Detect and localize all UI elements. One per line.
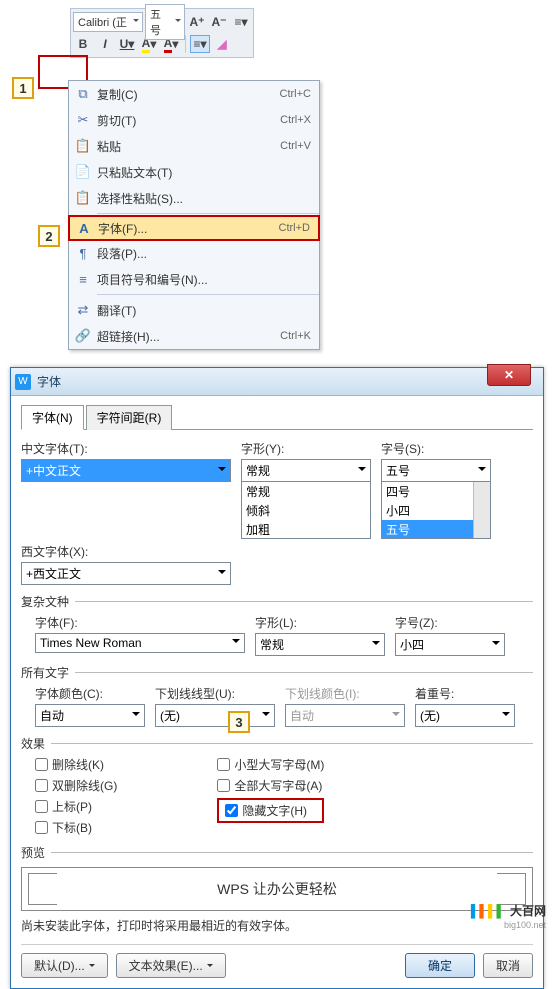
menu-cut[interactable]: ✂ 剪切(T) Ctrl+X (69, 107, 319, 133)
western-font-select[interactable]: +西文正文 (21, 562, 231, 585)
copy-icon: ⧉ (69, 86, 97, 102)
label-emphasis: 着重号: (415, 685, 515, 702)
font-color-select[interactable]: 自动 (35, 704, 145, 727)
label-chinese-font: 中文字体(T): (21, 440, 231, 457)
align-button[interactable]: ≡▾ (190, 35, 210, 53)
menu-translate[interactable]: ⇄ 翻译(T) (69, 297, 319, 323)
size-listbox[interactable]: 四号 小四 五号 (381, 481, 491, 539)
close-button[interactable]: ✕ (487, 364, 531, 386)
eraser-icon[interactable]: ◢ (212, 35, 232, 53)
context-menu: ⧉ 复制(C) Ctrl+C ✂ 剪切(T) Ctrl+X 📋 粘贴 Ctrl+… (68, 80, 320, 350)
font-name-select[interactable]: Calibri (正 (73, 12, 143, 32)
label-complex-size: 字号(Z): (395, 614, 505, 631)
menu-paste[interactable]: 📋 粘贴 Ctrl+V (69, 133, 319, 159)
checkbox-strikethrough[interactable]: 删除线(K) (35, 756, 117, 773)
label-western-font: 西文字体(X): (21, 543, 231, 560)
preview-header: 预览 (21, 844, 533, 861)
bold-button[interactable]: B (73, 35, 93, 53)
checkbox-double-strike[interactable]: 双删除线(G) (35, 777, 117, 794)
font-dialog: W 字体 ✕ 字体(N) 字符间距(R) 中文字体(T): +中文正文 字形(Y… (10, 367, 544, 989)
translate-icon: ⇄ (69, 302, 97, 318)
emphasis-select[interactable]: (无) (415, 704, 515, 727)
alltext-header: 所有文字 (21, 664, 533, 681)
menu-paragraph[interactable]: ¶ 段落(P)... (69, 240, 319, 266)
paste-special-icon: 📋 (69, 190, 97, 206)
increase-font-button[interactable]: A⁺ (187, 13, 207, 31)
underline-color-select: 自动 (285, 704, 405, 727)
menu-hyperlink[interactable]: 🔗 超链接(H)... Ctrl+K (69, 323, 319, 349)
label-complex-font: 字体(F): (35, 614, 245, 631)
tab-font[interactable]: 字体(N) (21, 405, 84, 430)
checkbox-smallcaps[interactable]: 小型大写字母(M) (217, 756, 324, 773)
paragraph-icon: ¶ (69, 246, 97, 261)
underline-select[interactable]: (无) (155, 704, 275, 727)
label-size: 字号(S): (381, 440, 491, 457)
text-effect-button[interactable]: 文本效果(E)... (116, 953, 226, 978)
default-button[interactable]: 默认(D)... (21, 953, 108, 978)
decrease-font-button[interactable]: A⁻ (209, 13, 229, 31)
complex-header: 复杂文种 (21, 593, 533, 610)
label-underline-color: 下划线颜色(I): (285, 685, 405, 702)
complex-size-select[interactable]: 小四 (395, 633, 505, 656)
menu-copy[interactable]: ⧉ 复制(C) Ctrl+C (69, 81, 319, 107)
label-font-color: 字体颜色(C): (35, 685, 145, 702)
italic-button[interactable]: I (95, 35, 115, 53)
line-spacing-icon[interactable]: ≡▾ (231, 13, 251, 31)
complex-style-select[interactable]: 常规 (255, 633, 385, 656)
checkbox-subscript[interactable]: 下标(B) (35, 819, 117, 836)
effects-header: 效果 (21, 735, 533, 752)
step-label-3: 3 (228, 711, 250, 733)
menu-bullets[interactable]: ≡ 项目符号和编号(N)... (69, 266, 319, 292)
cut-icon: ✂ (69, 112, 97, 128)
ok-button[interactable]: 确定 (405, 953, 475, 978)
label-complex-style: 字形(L): (255, 614, 385, 631)
font-size-select[interactable]: 五号 (145, 4, 185, 40)
dialog-titlebar[interactable]: W 字体 (11, 368, 543, 396)
dialog-title: 字体 (37, 373, 61, 390)
checkbox-allcaps[interactable]: 全部大写字母(A) (217, 777, 324, 794)
menu-paste-text[interactable]: 📄 只粘贴文本(T) (69, 159, 319, 185)
checkbox-superscript[interactable]: 上标(P) (35, 798, 117, 815)
hidden-text-highlight: 隐藏文字(H) (217, 798, 324, 823)
checkbox-hidden[interactable]: 隐藏文字(H) (225, 802, 316, 819)
label-style: 字形(Y): (241, 440, 371, 457)
chinese-font-select[interactable]: +中文正文 (21, 459, 231, 482)
size-input[interactable]: 五号 (381, 459, 491, 481)
complex-font-select[interactable]: Times New Roman (35, 633, 245, 653)
style-listbox[interactable]: 常规 倾斜 加粗 (241, 481, 371, 539)
underline-button[interactable]: U▾ (117, 35, 137, 53)
app-icon: W (15, 374, 31, 390)
label-underline: 下划线线型(U): (155, 685, 275, 702)
bullets-icon: ≡ (69, 272, 97, 287)
link-icon: 🔗 (69, 328, 97, 344)
paste-icon: 📋 (69, 138, 97, 154)
step-label-1: 1 (12, 77, 34, 99)
cancel-button[interactable]: 取消 (483, 953, 533, 978)
formatting-toolbar: Calibri (正 五号 A⁺ A⁻ ≡▾ B I U▾ A▾ A▾ ≡▾ ◢ (70, 8, 254, 58)
preview-box: WPS 让办公更轻松 (21, 867, 533, 911)
style-input[interactable]: 常规 (241, 459, 371, 481)
paste-text-icon: 📄 (69, 164, 97, 180)
menu-font[interactable]: A 字体(F)... Ctrl+D (68, 215, 320, 241)
watermark: ▌▌▌▌ 大百网 big100.net (471, 899, 546, 930)
font-note: 尚未安装此字体，打印时将采用最相近的有效字体。 (21, 917, 533, 934)
tab-spacing[interactable]: 字符间距(R) (86, 405, 173, 430)
menu-paste-special[interactable]: 📋 选择性粘贴(S)... (69, 185, 319, 211)
font-icon: A (70, 221, 98, 236)
preview-text: WPS 让办公更轻松 (217, 879, 337, 899)
step-label-2: 2 (38, 225, 60, 247)
